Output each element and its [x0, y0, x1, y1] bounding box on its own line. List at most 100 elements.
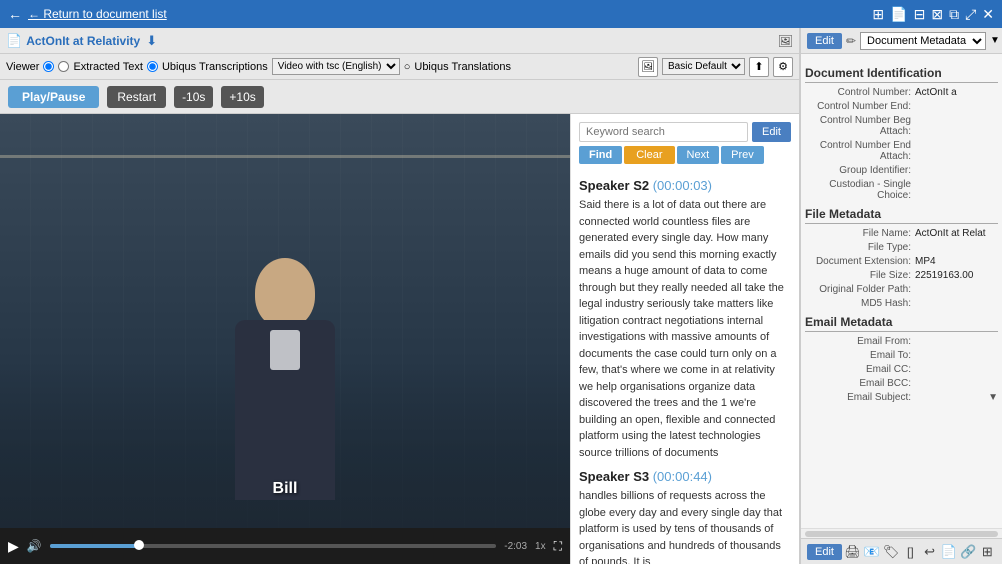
- undo-icon[interactable]: ↩: [921, 542, 938, 562]
- control-number-end-row: Control Number End:: [805, 101, 998, 112]
- viewer-radio[interactable]: [43, 61, 54, 72]
- document-title: ActOnIt at Relativity: [26, 34, 140, 48]
- clear-button[interactable]: Clear: [624, 146, 674, 164]
- restart-button[interactable]: Restart: [107, 86, 166, 108]
- bracket-icon[interactable]: []: [902, 542, 919, 562]
- ubiqus-translations-label: Ubiqus Translations: [414, 61, 511, 73]
- vc-play-icon[interactable]: ▶: [8, 538, 19, 555]
- video-frame: Bill: [0, 114, 570, 528]
- keyword-edit-button[interactable]: Edit: [752, 122, 791, 142]
- split-icon[interactable]: ⊠: [931, 6, 943, 23]
- email-cc-label: Email CC:: [805, 364, 915, 375]
- right-top-bar: Edit ✏ Document Metadata ▼: [801, 28, 1002, 54]
- file-name-row: File Name: ActOnIt at Relat: [805, 228, 998, 239]
- file-name-label: File Name:: [805, 228, 915, 239]
- document-title-bar: 📄 ActOnIt at Relativity ⬇ 🖼: [0, 28, 799, 54]
- email-subject-arrow-icon[interactable]: ▼: [988, 392, 998, 403]
- link-icon[interactable]: 🔗: [959, 542, 976, 562]
- grid3-icon[interactable]: ⊞: [979, 542, 996, 562]
- transcript-s2-text: Said there is a lot of data out there ar…: [579, 197, 791, 461]
- custodian-value: [915, 179, 998, 201]
- control-number-value: ActOnIt a: [915, 87, 998, 98]
- right-scroll-stub: [801, 528, 1002, 538]
- vc-fullscreen-icon[interactable]: ⛶: [554, 539, 562, 554]
- file-size-label: File Size:: [805, 270, 915, 281]
- vc-progress-dot: [134, 540, 144, 550]
- vc-speed-control[interactable]: 1x: [535, 541, 546, 552]
- email-from-row: Email From:: [805, 336, 998, 347]
- email-subject-row: Email Subject: ▼: [805, 392, 998, 403]
- control-number-beg-value: [915, 115, 998, 137]
- email-bcc-label: Email BCC:: [805, 378, 915, 389]
- doc-extension-label: Document Extension:: [805, 256, 915, 267]
- speaker-s3-header: Speaker S3 (00:00:44): [579, 469, 791, 484]
- play-pause-button[interactable]: Play/Pause: [8, 86, 99, 108]
- window-icon[interactable]: ⧉: [949, 6, 959, 23]
- email-subject-label: Email Subject:: [805, 392, 915, 403]
- ubiqus-translations-radio[interactable]: ○: [404, 61, 411, 73]
- grid-icon[interactable]: ⊞: [872, 6, 884, 23]
- vc-progress-bar[interactable]: [50, 544, 497, 548]
- keyword-search-input[interactable]: [579, 122, 748, 142]
- tag-icon[interactable]: 🏷: [882, 542, 899, 562]
- speaker-s3-label: Speaker S3: [579, 469, 653, 484]
- image-icon[interactable]: 🖼: [638, 57, 658, 77]
- prev-button[interactable]: Prev: [721, 146, 764, 164]
- control-number-beg-label: Control Number Beg Attach:: [805, 115, 915, 137]
- md5-hash-label: MD5 Hash:: [805, 298, 915, 309]
- expand-icon[interactable]: ⤢: [965, 6, 976, 23]
- forward10-button[interactable]: +10s: [221, 86, 263, 108]
- video-controls-bar: ▶ 🔊 -2:03 1x ⛶: [0, 528, 570, 564]
- email-subject-value: [915, 392, 988, 403]
- extracted-text-radio[interactable]: [58, 61, 69, 72]
- folder-path-value: [915, 284, 998, 295]
- control-number-end-attach-label: Control Number End Attach:: [805, 140, 915, 162]
- video-panel: Bill ▶ 🔊 -2:03 1x ⛶: [0, 114, 570, 564]
- keyword-nav-row: Find Clear Next Prev: [579, 146, 791, 164]
- settings-icon[interactable]: ⚙: [773, 57, 793, 77]
- vc-volume-icon[interactable]: 🔊: [27, 539, 42, 553]
- profile-select[interactable]: Basic Default: [662, 58, 745, 75]
- upload-icon[interactable]: ⬆: [749, 57, 769, 77]
- next-button[interactable]: Next: [677, 146, 720, 164]
- file-size-row: File Size: 22519163.00: [805, 270, 998, 281]
- doc-file-icon: 📄: [6, 33, 22, 49]
- right-bottom-bar: Edit 🖨 📧 🏷 [] ↩ 📄 🔗 ⊞: [801, 538, 1002, 564]
- content-area: Bill ▶ 🔊 -2:03 1x ⛶: [0, 114, 799, 564]
- email-to-label: Email To:: [805, 350, 915, 361]
- top-bar: ← ← Return to document list ⊞ 📄 ⊟ ⊠ ⧉ ⤢ …: [0, 0, 1002, 28]
- extracted-text-label: Extracted Text: [73, 61, 143, 73]
- ubiqus-radio[interactable]: [147, 61, 158, 72]
- share-icon[interactable]: 🖼: [778, 34, 793, 48]
- doc2-icon[interactable]: 📄: [940, 542, 957, 562]
- vc-progress-fill: [50, 544, 139, 548]
- find-button[interactable]: Find: [579, 146, 622, 164]
- dropdown-arrow-icon[interactable]: ▼: [990, 35, 1000, 46]
- back-arrow-icon[interactable]: ←: [8, 6, 22, 22]
- email-to-value: [915, 350, 998, 361]
- return-to-list-link[interactable]: ← Return to document list: [28, 7, 167, 21]
- close-icon[interactable]: ✕: [982, 6, 994, 23]
- metadata-content: Document Identification Control Number: …: [801, 54, 1002, 528]
- keyword-search-area: Edit Find Clear Next Prev: [579, 122, 791, 170]
- right-bottom-edit-button[interactable]: Edit: [807, 544, 842, 560]
- right-edit-button[interactable]: Edit: [807, 33, 842, 49]
- ubiqus-transcriptions-label: Ubiqus Transcriptions: [162, 61, 268, 73]
- file-type-label: File Type:: [805, 242, 915, 253]
- file-type-value: [915, 242, 998, 253]
- control-number-end-attach-value: [915, 140, 998, 162]
- video-language-select[interactable]: Video with tsc (English): [272, 58, 400, 75]
- email-icon[interactable]: 📧: [863, 542, 880, 562]
- control-number-beg-row: Control Number Beg Attach:: [805, 115, 998, 137]
- right-dropdown[interactable]: Document Metadata: [860, 32, 986, 50]
- back10-button[interactable]: -10s: [174, 86, 213, 108]
- grid2-icon[interactable]: ⊟: [914, 6, 926, 23]
- custodian-row: Custodian - Single Choice:: [805, 179, 998, 201]
- person-body: [235, 320, 335, 500]
- md5-hash-row: MD5 Hash:: [805, 298, 998, 309]
- print-icon[interactable]: 🖨: [844, 542, 861, 562]
- control-number-label: Control Number:: [805, 87, 915, 98]
- download-icon[interactable]: ⬇: [146, 33, 157, 49]
- control-number-row: Control Number: ActOnIt a: [805, 87, 998, 98]
- doc-icon[interactable]: 📄: [890, 6, 907, 23]
